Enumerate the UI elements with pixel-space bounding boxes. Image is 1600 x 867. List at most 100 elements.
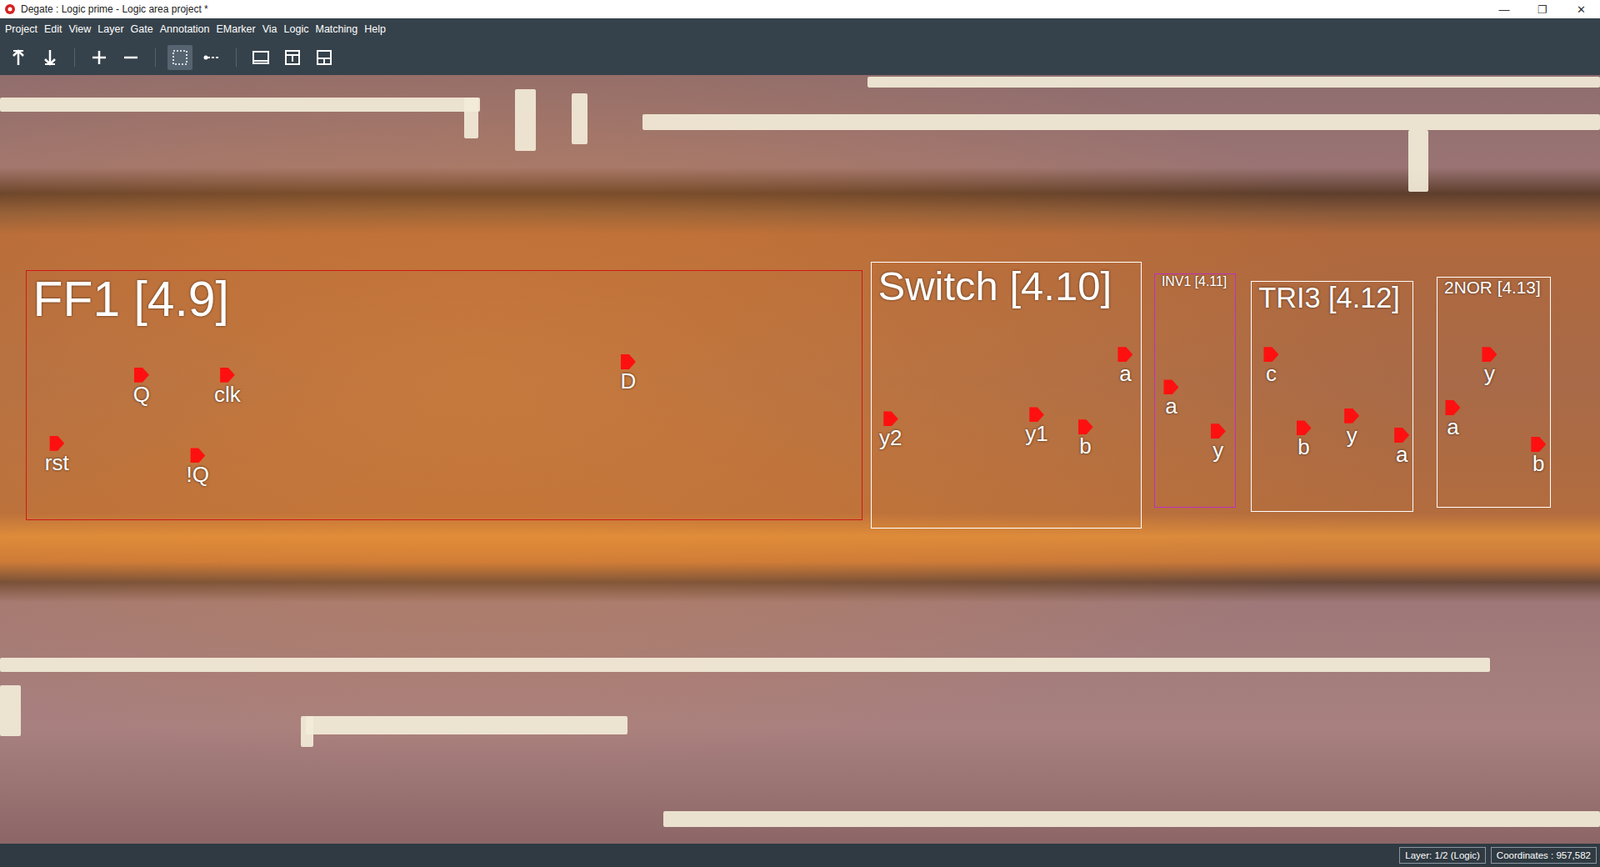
gate-port[interactable]: y bbox=[1344, 408, 1360, 448]
gate-port[interactable]: clk bbox=[214, 367, 241, 407]
gate-port[interactable]: !Q bbox=[186, 447, 210, 487]
toolbar-separator bbox=[74, 48, 75, 67]
gate-port[interactable]: D bbox=[620, 354, 637, 394]
gate-box[interactable]: 2NOR [4.13] y a b bbox=[1436, 276, 1551, 508]
port-marker-icon bbox=[1530, 436, 1546, 452]
gate-port[interactable]: y bbox=[1210, 423, 1226, 463]
port-marker-icon bbox=[1163, 379, 1179, 395]
menu-item[interactable]: Project bbox=[5, 23, 38, 35]
menu-item[interactable]: View bbox=[68, 23, 91, 35]
gate-box[interactable]: TRI3 [4.12] c b y a bbox=[1250, 280, 1414, 512]
port-marker-icon bbox=[1445, 400, 1460, 415]
toolbar-button[interactable] bbox=[37, 45, 63, 70]
toolbar-button[interactable] bbox=[280, 45, 305, 70]
menu-item[interactable]: EMarker bbox=[216, 23, 256, 35]
metal-line bbox=[300, 715, 314, 747]
gate-port[interactable]: Q bbox=[133, 367, 150, 407]
degate-logo-icon bbox=[4, 3, 16, 15]
gate-port[interactable]: y1 bbox=[1025, 406, 1048, 446]
port-label: b bbox=[1079, 434, 1091, 459]
layout-icon bbox=[315, 48, 334, 67]
gate-port[interactable]: y2 bbox=[879, 410, 902, 450]
port-marker-icon bbox=[1029, 406, 1045, 422]
port-label: y bbox=[1212, 438, 1224, 463]
toolbar-button[interactable] bbox=[311, 45, 337, 70]
gate-port[interactable]: b bbox=[1530, 436, 1546, 476]
die-canvas[interactable]: FF1 [4.9] Q rst clk !Q DSwitch [4.10] y2… bbox=[0, 75, 1600, 844]
port-label: rst bbox=[45, 450, 70, 475]
gate-port[interactable]: y bbox=[1481, 346, 1497, 386]
port-marker-icon bbox=[1481, 346, 1497, 362]
window-title: Degate : Logic prime - Logic area projec… bbox=[20, 3, 1480, 15]
gate-box[interactable]: INV1 [4.11] a y bbox=[1154, 273, 1236, 509]
port-marker-icon bbox=[620, 354, 636, 370]
gate-port[interactable]: a bbox=[1445, 400, 1460, 440]
port-label: a bbox=[1446, 415, 1459, 440]
port-label: Q bbox=[133, 382, 150, 407]
gate-box[interactable]: FF1 [4.9] Q rst clk !Q D bbox=[25, 270, 863, 520]
remove-icon bbox=[121, 48, 140, 67]
gate-title: FF1 [4.9] bbox=[33, 270, 230, 328]
window-control[interactable]: — bbox=[1485, 3, 1524, 16]
port-marker-icon bbox=[883, 410, 899, 426]
port-label: a bbox=[1395, 442, 1408, 467]
layer-status: Layer: 1/2 (Logic) bbox=[1399, 846, 1486, 864]
toolbar-button[interactable] bbox=[199, 45, 225, 70]
toolbar-button[interactable] bbox=[118, 45, 144, 70]
port-marker-icon bbox=[1344, 408, 1360, 424]
title-bar: Degate : Logic prime - Logic area projec… bbox=[0, 0, 1600, 19]
metal-line bbox=[0, 685, 21, 736]
degate-window: Degate : Logic prime - Logic area projec… bbox=[0, 0, 1600, 867]
metal-line bbox=[663, 810, 1600, 828]
menu-item[interactable]: Layer bbox=[97, 23, 124, 35]
menu-item[interactable]: Annotation bbox=[160, 23, 210, 35]
gate-port[interactable]: b bbox=[1078, 419, 1094, 459]
port-label: y bbox=[1484, 361, 1495, 386]
toolbar-button[interactable] bbox=[167, 45, 193, 70]
metal-line bbox=[1408, 130, 1430, 192]
toolbar-button[interactable] bbox=[5, 45, 31, 70]
gate-port[interactable]: a bbox=[1163, 379, 1179, 419]
menu-item[interactable]: Help bbox=[364, 23, 386, 35]
menu-bar: Project Edit View Layer Gate Annotation EMarke… bbox=[0, 18, 1600, 40]
menu-item[interactable]: Logic bbox=[284, 23, 310, 35]
down-icon bbox=[40, 48, 60, 67]
port-label: b bbox=[1297, 435, 1310, 460]
metal-line bbox=[515, 89, 536, 151]
add-icon bbox=[90, 48, 109, 67]
menu-item[interactable]: Matching bbox=[315, 23, 358, 35]
port-marker-icon bbox=[1078, 419, 1094, 435]
port-label: y bbox=[1346, 423, 1358, 448]
port-marker-icon bbox=[1263, 346, 1279, 362]
port-marker-icon bbox=[1117, 346, 1133, 362]
toolbar-button[interactable] bbox=[248, 45, 274, 70]
window-control[interactable]: ❐ bbox=[1523, 3, 1562, 16]
menu-item[interactable]: Via bbox=[262, 23, 278, 35]
view-icon bbox=[251, 48, 270, 67]
port-label: a bbox=[1119, 361, 1131, 386]
gate-title: TRI3 [4.12] bbox=[1258, 281, 1400, 315]
metal-line bbox=[0, 97, 480, 112]
port-label: !Q bbox=[186, 462, 210, 487]
menu-item[interactable]: Gate bbox=[130, 23, 154, 35]
port-label: y2 bbox=[879, 425, 902, 450]
gate-port[interactable]: b bbox=[1296, 420, 1312, 460]
gate-title: INV1 [4.11] bbox=[1161, 274, 1227, 290]
gate-box[interactable]: Switch [4.10] y2 y1 b a bbox=[870, 261, 1143, 529]
metal-line bbox=[464, 97, 479, 139]
port-label: b bbox=[1532, 451, 1545, 476]
gate-port[interactable]: a bbox=[1117, 346, 1133, 386]
metal-line bbox=[305, 715, 628, 735]
gate-title: 2NOR [4.13] bbox=[1444, 277, 1541, 298]
menu-item[interactable]: Edit bbox=[44, 23, 63, 35]
toolbar-button[interactable] bbox=[86, 45, 112, 70]
port-marker-icon bbox=[220, 367, 235, 383]
gate-port[interactable]: c bbox=[1263, 346, 1279, 386]
gate-port[interactable]: a bbox=[1394, 427, 1410, 467]
gate-port[interactable]: rst bbox=[45, 435, 70, 475]
port-marker-icon bbox=[1394, 427, 1410, 443]
select-icon bbox=[170, 48, 190, 67]
status-bar: Layer: 1/2 (Logic) Coordinates : 957,582 bbox=[0, 843, 1600, 867]
metal-line bbox=[0, 657, 1490, 672]
window-control[interactable]: ✕ bbox=[1561, 3, 1600, 16]
